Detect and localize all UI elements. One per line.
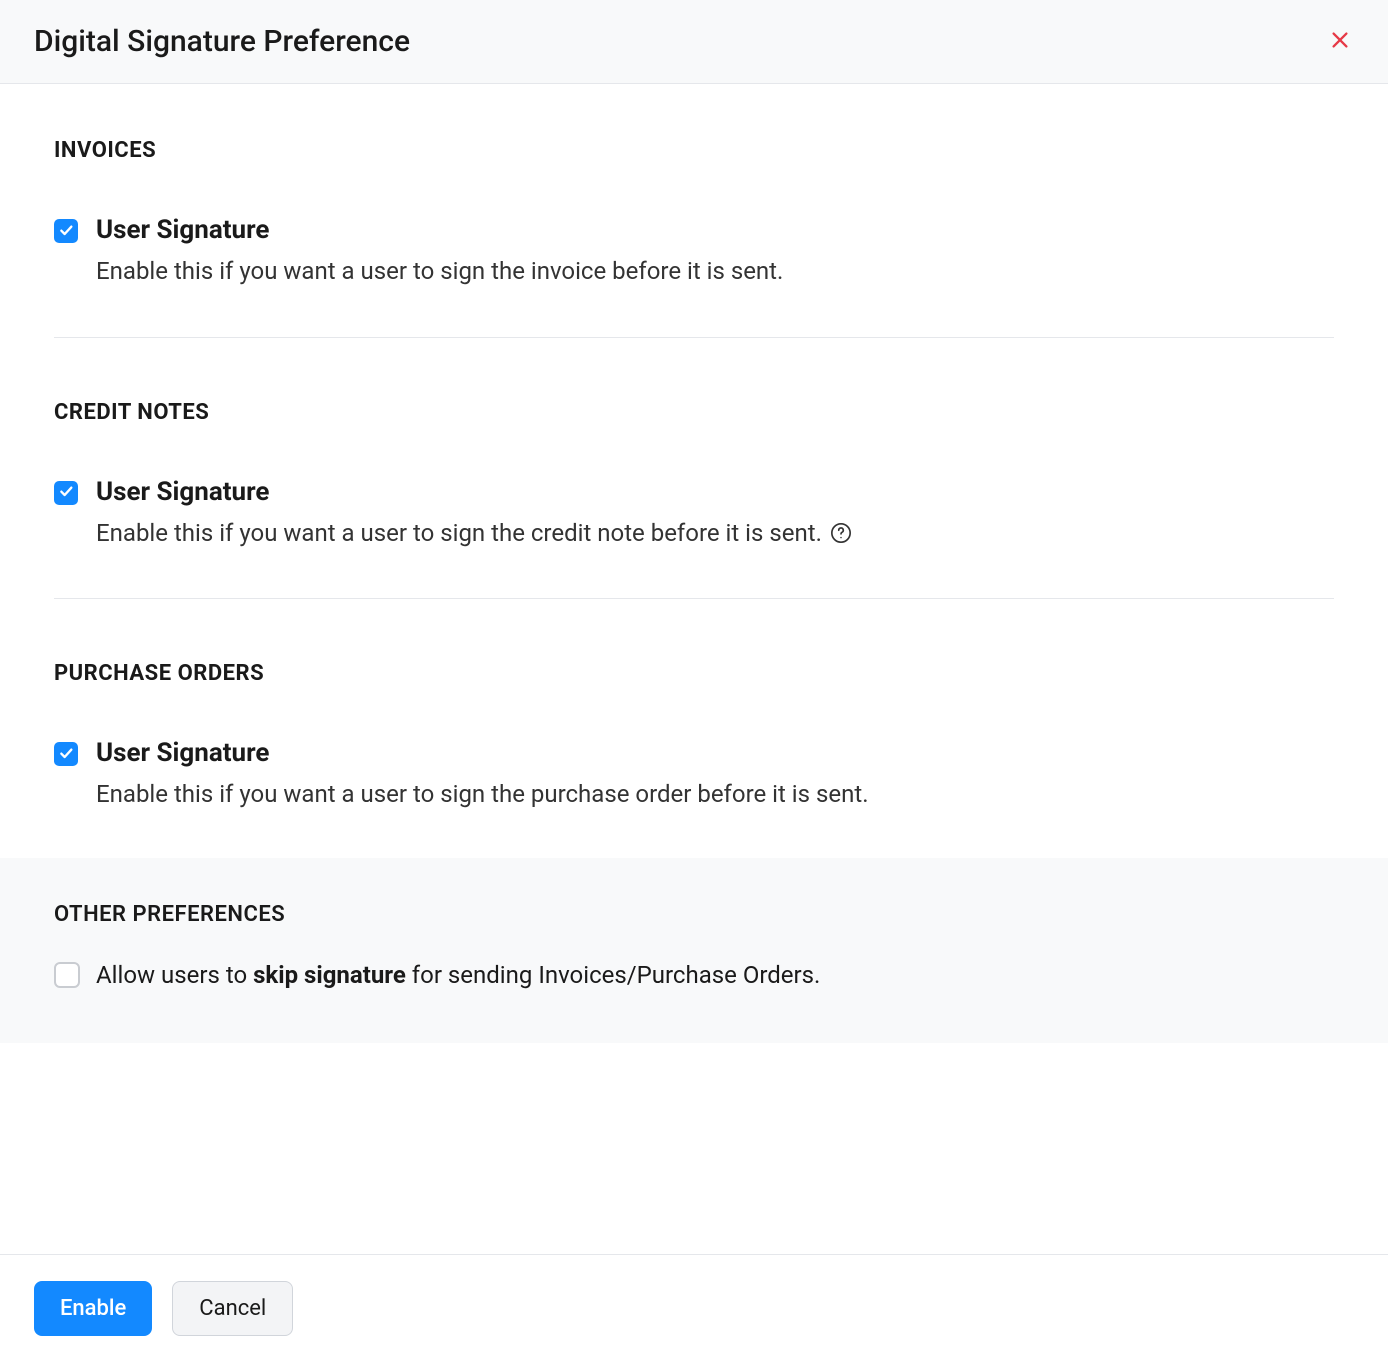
option-row-purchase-orders: User Signature Enable this if you want a… xyxy=(54,738,1334,812)
option-description-invoices: Enable this if you want a user to sign t… xyxy=(96,255,1334,289)
option-description-text-invoices: Enable this if you want a user to sign t… xyxy=(96,255,783,289)
help-icon[interactable] xyxy=(830,522,852,544)
option-label-invoices: User Signature xyxy=(96,215,1334,245)
option-content-invoices: User Signature Enable this if you want a… xyxy=(96,215,1334,289)
checkbox-credit-notes-user-signature[interactable] xyxy=(54,481,78,505)
section-credit-notes: CREDIT NOTES User Signature Enable this … xyxy=(54,400,1334,551)
divider xyxy=(54,337,1334,338)
section-purchase-orders: PURCHASE ORDERS User Signature Enable th… xyxy=(54,661,1334,812)
option-label-purchase-orders: User Signature xyxy=(96,738,1334,768)
option-content-credit-notes: User Signature Enable this if you want a… xyxy=(96,477,1334,551)
option-label-credit-notes: User Signature xyxy=(96,477,1334,507)
skip-signature-label-bold: skip signature xyxy=(253,961,406,989)
checkbox-invoices-user-signature[interactable] xyxy=(54,219,78,243)
checkbox-purchase-orders-user-signature[interactable] xyxy=(54,742,78,766)
option-description-credit-notes: Enable this if you want a user to sign t… xyxy=(96,517,1334,551)
divider xyxy=(54,598,1334,599)
digital-signature-modal: Digital Signature Preference INVOICES xyxy=(0,0,1388,1362)
skip-signature-label: Allow users to skip signature for sendin… xyxy=(96,961,820,989)
checkmark-icon xyxy=(58,745,74,764)
option-description-text-credit-notes: Enable this if you want a user to sign t… xyxy=(96,517,822,551)
close-icon xyxy=(1329,29,1351,54)
section-heading-invoices: INVOICES xyxy=(54,138,1334,163)
content-area: INVOICES User Signature Enable this if y… xyxy=(0,84,1388,858)
option-row-skip-signature: Allow users to skip signature for sendin… xyxy=(54,961,1334,989)
modal-header: Digital Signature Preference xyxy=(0,0,1388,84)
option-row-invoices: User Signature Enable this if you want a… xyxy=(54,215,1334,289)
option-row-credit-notes: User Signature Enable this if you want a… xyxy=(54,477,1334,551)
checkbox-skip-signature[interactable] xyxy=(54,962,80,988)
close-button[interactable] xyxy=(1326,28,1354,56)
section-heading-purchase-orders: PURCHASE ORDERS xyxy=(54,661,1334,686)
section-invoices: INVOICES User Signature Enable this if y… xyxy=(54,138,1334,289)
cancel-button[interactable]: Cancel xyxy=(172,1281,293,1336)
other-preferences-heading: OTHER PREFERENCES xyxy=(54,902,1334,927)
modal-footer: Enable Cancel xyxy=(0,1254,1388,1362)
checkmark-icon xyxy=(58,222,74,241)
option-description-purchase-orders: Enable this if you want a user to sign t… xyxy=(96,778,1334,812)
section-heading-credit-notes: CREDIT NOTES xyxy=(54,400,1334,425)
enable-button[interactable]: Enable xyxy=(34,1281,152,1336)
modal-title: Digital Signature Preference xyxy=(34,24,410,59)
option-content-purchase-orders: User Signature Enable this if you want a… xyxy=(96,738,1334,812)
option-description-text-purchase-orders: Enable this if you want a user to sign t… xyxy=(96,778,869,812)
skip-signature-label-prefix: Allow users to xyxy=(96,961,253,989)
section-other-preferences: OTHER PREFERENCES Allow users to skip si… xyxy=(0,858,1388,1043)
checkmark-icon xyxy=(58,483,74,502)
modal-body: INVOICES User Signature Enable this if y… xyxy=(0,84,1388,1254)
skip-signature-label-suffix: for sending Invoices/Purchase Orders. xyxy=(406,961,821,989)
